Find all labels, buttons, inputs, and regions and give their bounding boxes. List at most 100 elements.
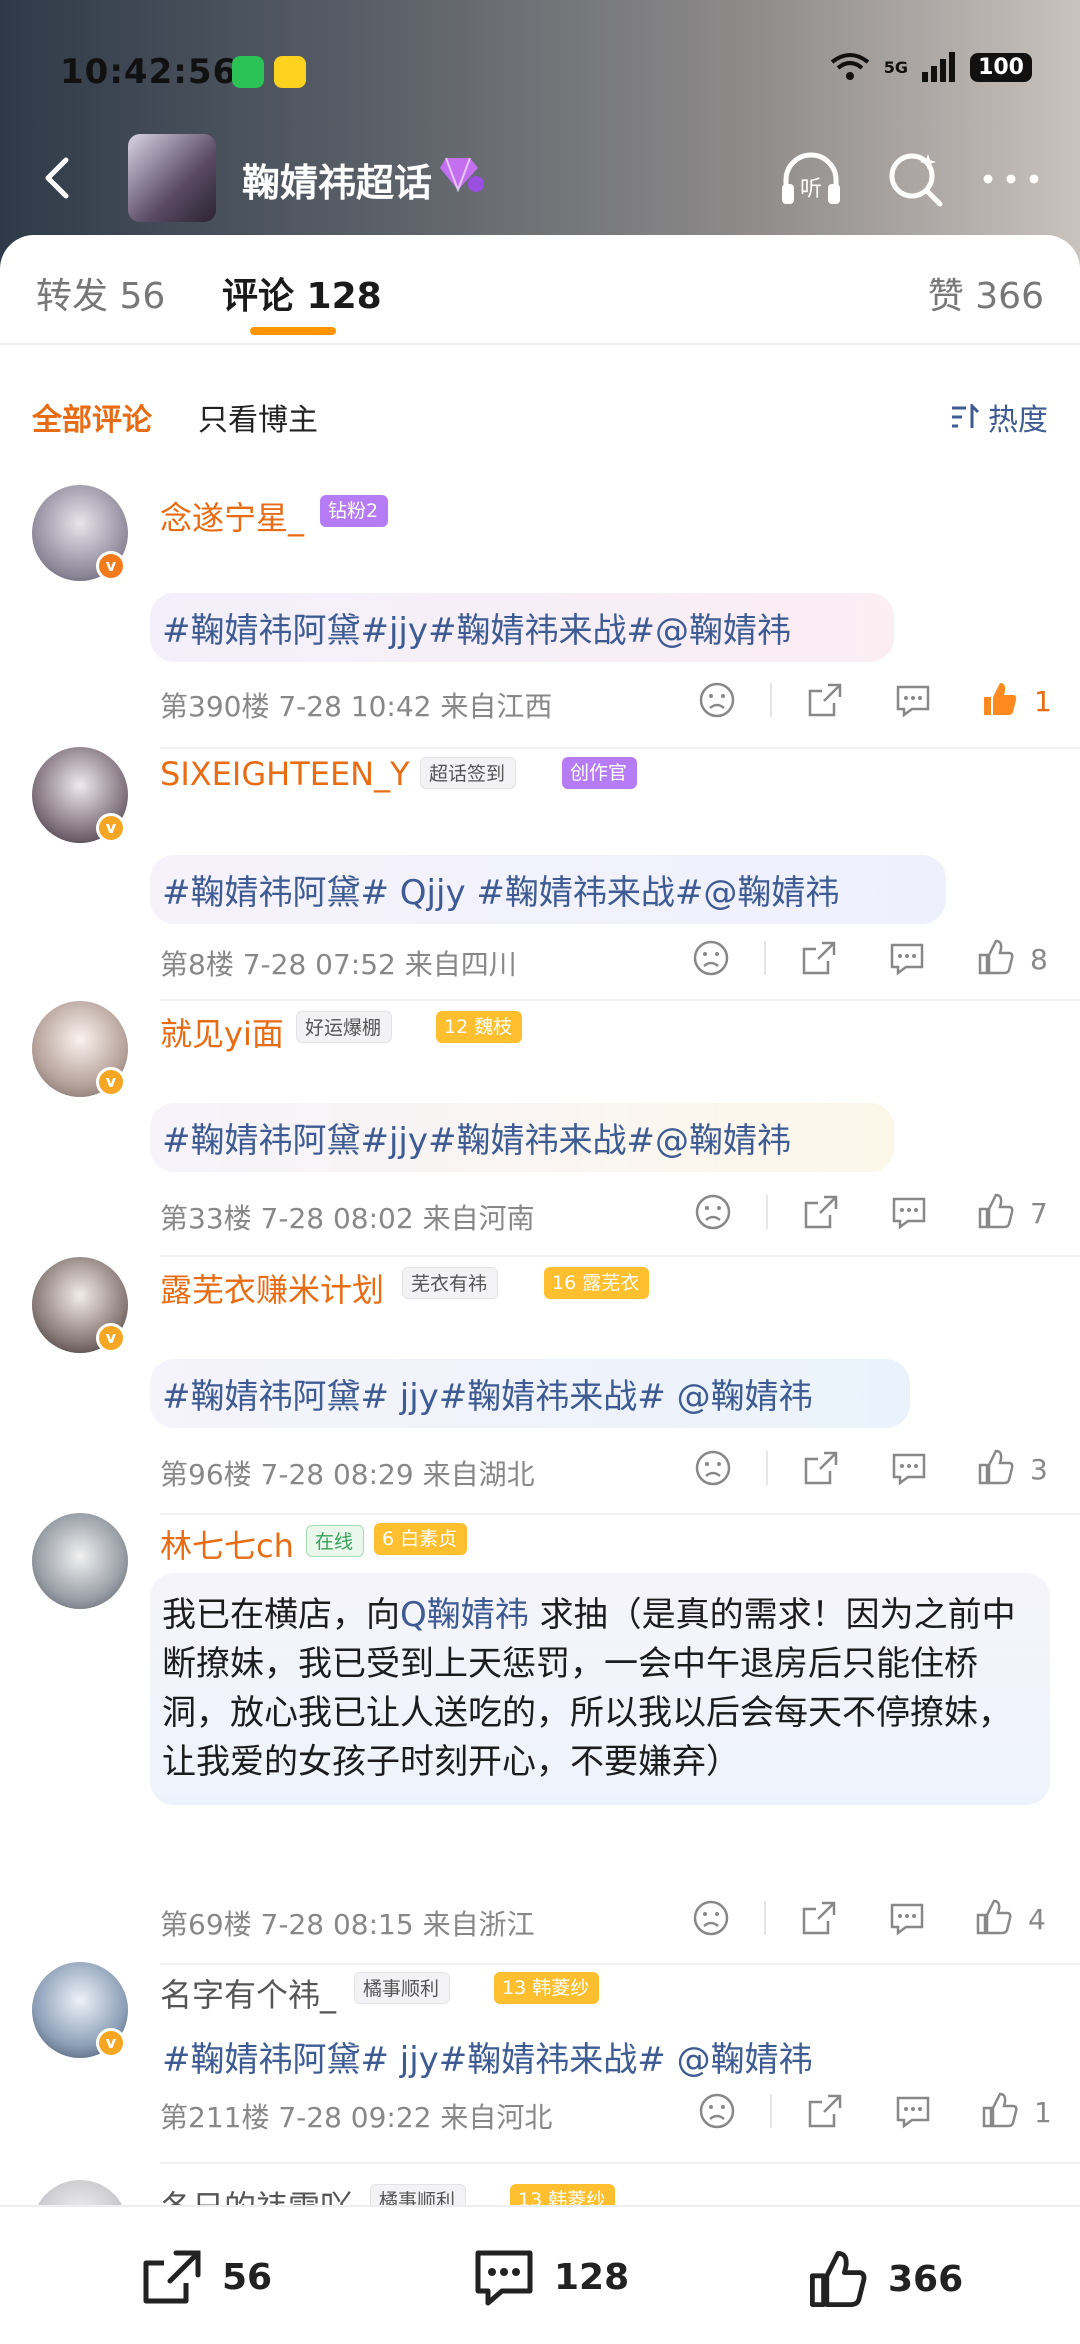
sort-dropdown[interactable]: 热度 [950,395,1048,439]
listen-headphones-icon[interactable]: 听 [776,144,846,214]
like-count: 1 [1034,2096,1052,2129]
comment-meta: 第211楼 7-28 09:22 来自河北 [160,2101,553,2134]
more-options-icon[interactable] [976,144,1046,214]
comment-meta: 第390楼 7-28 10:42 来自江西 [160,690,553,723]
back-arrow-icon[interactable] [30,148,90,208]
wechat-icon [232,56,264,88]
comment-text[interactable]: #鞠婧祎阿黛# jjy#鞠婧祎来战# @鞠婧祎 [150,2022,870,2091]
action-separator [766,1451,768,1485]
share-icon[interactable] [800,939,838,977]
checkin-badge: 超话签到 [420,757,517,789]
avatar[interactable] [32,1513,128,1609]
reply-icon[interactable] [890,1193,928,1231]
status-bar: 10:42:56 5G 100 [0,0,1080,140]
username[interactable]: 名字有个祎_ [160,1970,336,2016]
action-separator [764,941,766,975]
fan-club-badge: 橘事顺利 [354,1972,451,2004]
verified-badge: v [96,813,126,843]
action-separator [766,1195,768,1229]
sort-icon [952,404,980,428]
divider [160,1963,1080,1965]
share-icon[interactable] [806,681,844,719]
like-icon[interactable] [976,1447,1016,1487]
app-notification-icon [274,56,306,88]
action-separator [770,683,772,717]
share-icon[interactable] [800,1899,838,1937]
divider [160,1255,1080,1257]
filter-all-comments[interactable]: 全部评论 [32,395,152,439]
reply-icon[interactable] [894,2092,932,2130]
fan-club-badge: 芜衣有祎 [402,1267,499,1299]
like-count: 8 [1030,943,1048,976]
search-icon[interactable] [880,144,950,214]
active-tab-indicator [250,327,336,335]
reply-icon[interactable] [890,1449,928,1487]
comment-button[interactable]: 128 [472,2247,629,2307]
reply-icon[interactable] [894,681,932,719]
creator-badge: 创作官 [562,757,638,789]
comment-text[interactable]: #鞠婧祎阿黛# jjy#鞠婧祎来战# @鞠婧祎 [150,1359,910,1428]
dislike-face-icon[interactable] [698,2092,736,2130]
fan-level-badge: 12 魏枝 [436,1011,523,1043]
like-icon[interactable] [974,1897,1014,1937]
wifi-icon [830,53,870,80]
signal-icon [922,52,956,82]
fan-level-badge: 13 韩菱纱 [494,1972,600,2004]
username[interactable]: 就见yi面 [160,1009,284,1055]
comment-text[interactable]: #鞠婧祎阿黛#jjy#鞠婧祎来战#@鞠婧祎 [150,593,894,662]
divider [160,999,1080,1001]
bottom-action-bar: 56 128 366 [0,2205,1080,2344]
dislike-face-icon[interactable] [692,1899,730,1937]
tab-comments[interactable]: 评论 128 [222,267,382,319]
like-button[interactable]: 366 [806,2247,963,2311]
reply-icon[interactable] [888,939,926,977]
comment-text[interactable]: 我已在横店，向Q鞠婧祎 求抽（是真的需求！因为之前中断撩妹，我已受到上天惩罚，一… [150,1573,1050,1805]
comment-text[interactable]: #鞠婧祎阿黛# Qjjy #鞠婧祎来战#@鞠婧祎 [150,855,946,924]
topic-title[interactable]: 鞠婧祎超话 [242,152,432,207]
like-count: 7 [1030,1197,1048,1230]
dislike-face-icon[interactable] [692,939,730,977]
divider [160,2162,1080,2164]
dislike-face-icon[interactable] [694,1449,732,1487]
reply-icon[interactable] [888,1899,926,1937]
comment-text-prefix: 我已在横店，向 [162,1595,400,1635]
dislike-face-icon[interactable] [694,1193,732,1231]
share-icon[interactable] [802,1193,840,1231]
comment-meta: 第96楼 7-28 08:29 来自湖北 [160,1458,535,1491]
like-icon[interactable] [980,2090,1020,2130]
sort-label: 热度 [988,403,1048,438]
share-icon[interactable] [806,2092,844,2130]
username[interactable]: 露芜衣赚米计划 [160,1265,384,1311]
status-indicators: 5G 100 [830,52,1032,82]
username[interactable]: 林七七ch [160,1521,294,1567]
dislike-face-icon[interactable] [698,681,736,719]
like-icon [810,2251,867,2307]
action-separator [770,2094,772,2128]
comment-meta: 第33楼 7-28 08:02 来自河南 [160,1202,535,1235]
like-icon[interactable] [976,1191,1016,1231]
like-icon[interactable] [976,937,1016,977]
like-count: 366 [888,2258,964,2300]
repost-icon [143,2250,201,2304]
username[interactable]: 念遂宁星_ [160,493,304,539]
tab-repost[interactable]: 转发 56 [36,267,165,319]
comments-sheet: 转发 56 评论 128 赞 366 全部评论 只看博主 热度 v 念遂宁星_ … [0,235,1080,2344]
verified-badge: v [96,1067,126,1097]
diamond-level-icon [440,157,484,192]
filter-owner-only[interactable]: 只看博主 [198,395,318,439]
comment-meta: 第8楼 7-28 07:52 来自四川 [160,948,517,981]
like-icon-active[interactable] [980,679,1020,719]
comment-icon [475,2250,533,2306]
network-label: 5G [883,57,909,77]
fan-level-badge: 钻粉2 [320,495,389,527]
repost-button[interactable]: 56 [140,2247,272,2307]
topic-avatar[interactable] [128,134,216,222]
comment-text[interactable]: #鞠婧祎阿黛#jjy#鞠婧祎来战#@鞠婧祎 [150,1103,894,1172]
verified-badge: v [96,551,126,581]
share-icon[interactable] [802,1449,840,1487]
fan-level-badge: 6 白素贞 [374,1523,468,1555]
verified-badge: v [96,2028,126,2058]
mention-link[interactable]: Q鞠婧祎 [400,1595,529,1635]
tab-likes[interactable]: 赞 366 [928,267,1044,319]
username[interactable]: SIXEIGHTEEN_Y [160,755,410,793]
